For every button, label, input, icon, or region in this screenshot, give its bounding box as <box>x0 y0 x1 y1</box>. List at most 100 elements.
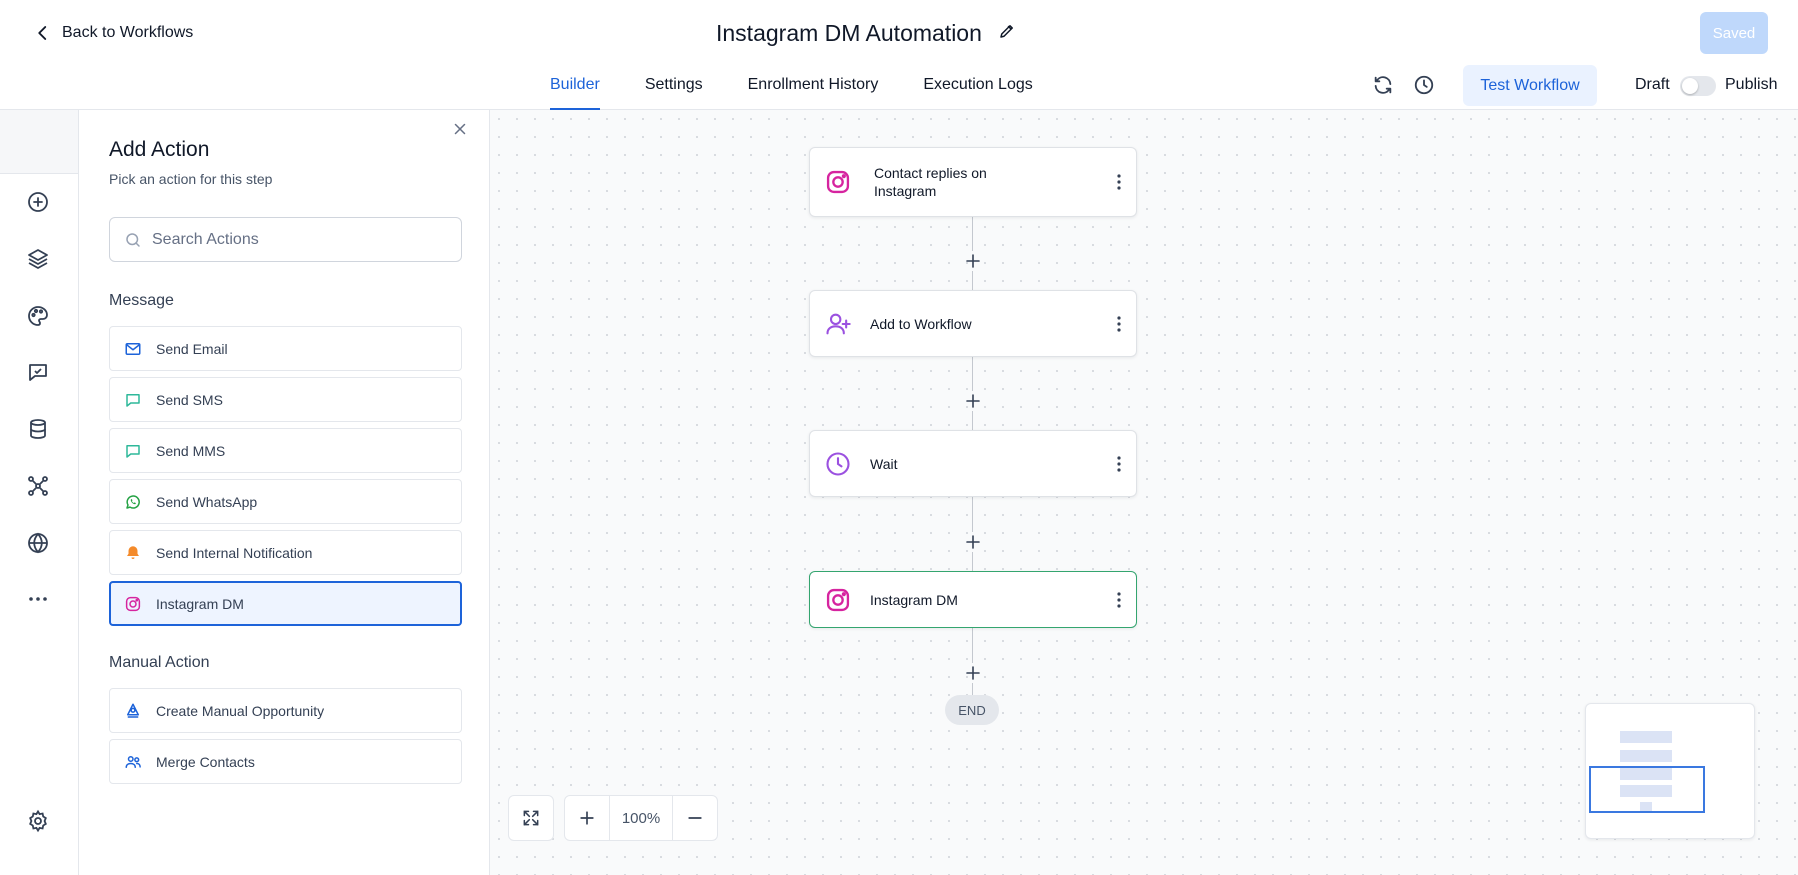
workflow-title-group: Instagram DM Automation <box>716 16 1016 50</box>
plus-icon <box>966 254 980 268</box>
test-workflow-button[interactable]: Test Workflow <box>1463 65 1597 106</box>
kebab-menu-icon[interactable] <box>1116 315 1122 333</box>
workflow-node-wait[interactable]: Wait <box>809 430 1137 497</box>
database-icon[interactable] <box>26 417 50 441</box>
tab-settings[interactable]: Settings <box>645 66 703 110</box>
kebab-menu-icon[interactable] <box>1116 173 1122 191</box>
instagram-icon <box>824 168 852 196</box>
instagram-icon <box>824 586 852 614</box>
bell-icon <box>127 545 139 559</box>
search-input[interactable] <box>152 230 452 249</box>
fit-view-button[interactable] <box>509 796 553 840</box>
saved-button[interactable]: Saved <box>1700 12 1768 54</box>
workflow-tabs: Builder Settings Enrollment History Exec… <box>550 66 1033 110</box>
kebab-menu-icon[interactable] <box>1116 455 1122 473</box>
top-header: Back to Workflows Instagram DM Automatio… <box>0 0 1798 110</box>
minimap-node <box>1620 750 1672 762</box>
fit-view-control <box>508 795 554 841</box>
plus-icon <box>966 666 980 680</box>
settings-icon[interactable] <box>26 809 50 833</box>
action-send-mms[interactable]: Send MMS <box>109 428 462 473</box>
zoom-controls: 100% <box>564 795 718 841</box>
search-box[interactable] <box>109 217 462 262</box>
node-label: Wait <box>870 456 898 472</box>
rail-top-area <box>0 110 78 174</box>
workflow-node-trigger[interactable]: Contact replies on Instagram <box>809 147 1137 217</box>
tab-enrollment-history[interactable]: Enrollment History <box>748 66 879 110</box>
users-icon <box>125 755 141 768</box>
globe-icon[interactable] <box>26 531 50 555</box>
action-label: Send WhatsApp <box>156 493 258 510</box>
tab-builder[interactable]: Builder <box>550 66 600 110</box>
section-label-manual-action: Manual Action <box>109 654 210 671</box>
plus-icon <box>580 811 594 825</box>
palette-icon[interactable] <box>26 304 50 328</box>
add-action-panel: Add Action Pick an action for this step … <box>79 110 490 875</box>
action-label: Send Internal Notification <box>156 544 313 561</box>
workflow-node-add-to-workflow[interactable]: Add to Workflow <box>809 290 1137 357</box>
minus-icon <box>688 817 702 819</box>
end-marker: END <box>945 695 999 725</box>
tab-execution-logs[interactable]: Execution Logs <box>923 66 1032 110</box>
minimap-viewport[interactable] <box>1589 766 1705 813</box>
node-label-line1: Contact replies on <box>874 165 987 181</box>
add-circle-icon[interactable] <box>26 190 50 214</box>
connector-line <box>972 357 973 391</box>
action-label: Send MMS <box>156 442 226 459</box>
action-label: Instagram DM <box>156 595 244 612</box>
action-label: Merge Contacts <box>156 753 255 770</box>
expand-icon <box>523 810 539 826</box>
close-icon[interactable] <box>451 120 469 138</box>
back-label: Back to Workflows <box>62 24 194 41</box>
sms-icon <box>126 393 140 407</box>
back-to-workflows-link[interactable]: Back to Workflows <box>34 20 193 46</box>
action-send-sms[interactable]: Send SMS <box>109 377 462 422</box>
add-step-button[interactable] <box>963 251 983 271</box>
node-label-line2: Instagram <box>874 183 937 199</box>
chevron-left-icon <box>38 26 47 40</box>
zoom-in-button[interactable] <box>565 796 609 840</box>
add-step-button[interactable] <box>963 663 983 683</box>
add-step-button[interactable] <box>963 532 983 552</box>
node-label: Add to Workflow <box>870 316 972 332</box>
search-icon <box>126 232 140 247</box>
mail-icon <box>125 342 141 355</box>
connector-line <box>972 497 973 532</box>
action-create-manual-opportunity[interactable]: Create Manual Opportunity <box>109 688 462 733</box>
mms-icon <box>126 444 140 458</box>
minimap[interactable] <box>1585 703 1755 839</box>
action-send-whatsapp[interactable]: Send WhatsApp <box>109 479 462 524</box>
instagram-icon <box>125 596 141 611</box>
zoom-level: 100% <box>609 796 673 840</box>
zoom-out-button[interactable] <box>673 796 717 840</box>
draft-label: Draft <box>1635 76 1670 93</box>
action-merge-contacts[interactable]: Merge Contacts <box>109 739 462 784</box>
action-label: Send SMS <box>156 391 223 408</box>
section-label-message: Message <box>109 292 174 309</box>
action-label: Create Manual Opportunity <box>156 702 325 719</box>
workflow-node-instagram-dm[interactable]: Instagram DM <box>809 571 1137 628</box>
clock-icon <box>824 450 852 478</box>
graph-icon[interactable] <box>26 474 50 498</box>
publish-toggle[interactable] <box>1680 76 1716 96</box>
plus-icon <box>966 394 980 408</box>
chat-icon[interactable] <box>26 360 50 384</box>
more-icon[interactable] <box>26 587 50 611</box>
left-icon-rail <box>0 110 79 875</box>
panel-title: Add Action <box>109 138 210 161</box>
history-icon[interactable] <box>1413 74 1435 96</box>
action-label: Send Email <box>156 340 228 357</box>
plus-icon <box>966 535 980 549</box>
action-send-internal-notification[interactable]: Send Internal Notification <box>109 530 462 575</box>
edit-title-icon[interactable] <box>998 22 1016 45</box>
toggle-knob <box>1682 78 1698 94</box>
workflow-canvas[interactable]: Contact replies on Instagram Add to Work… <box>490 110 1798 875</box>
action-instagram-dm[interactable]: Instagram DM <box>109 581 462 626</box>
action-send-email[interactable]: Send Email <box>109 326 462 371</box>
connector-line <box>972 217 973 251</box>
layers-icon[interactable] <box>26 247 50 271</box>
add-step-button[interactable] <box>963 391 983 411</box>
kebab-menu-icon[interactable] <box>1116 591 1122 609</box>
panel-subtitle: Pick an action for this step <box>109 171 273 187</box>
refresh-icon[interactable] <box>1372 74 1394 96</box>
